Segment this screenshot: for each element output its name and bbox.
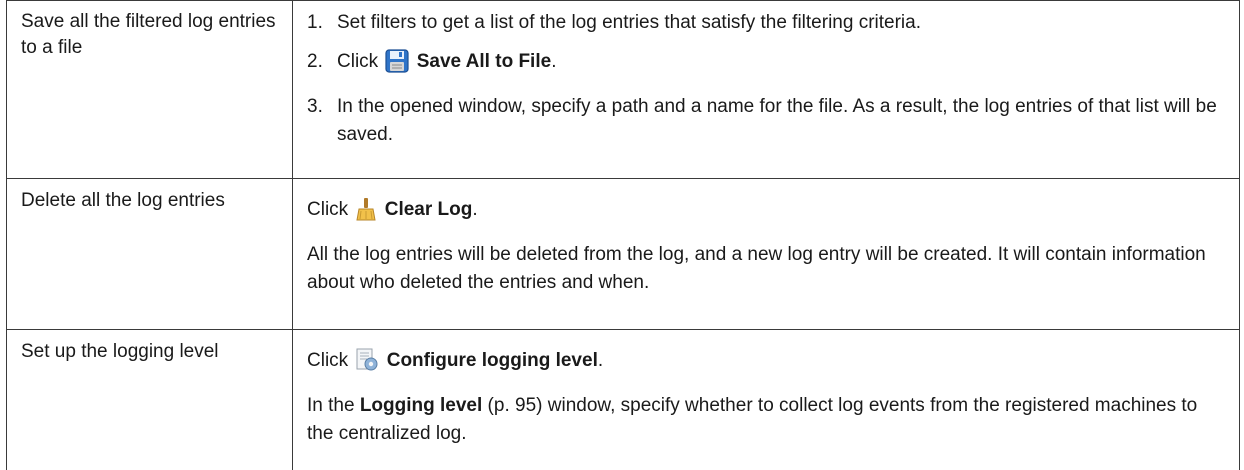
action-cell-save: Save all the filtered log entries to a f… — [21, 11, 276, 58]
column-divider — [292, 0, 293, 470]
click-instruction: Click Configure logging level. — [307, 347, 1227, 381]
clear-log-label: Clear Log — [384, 199, 473, 220]
click-prefix: Click — [307, 350, 349, 371]
action-cell-logging: Set up the logging level — [21, 341, 219, 362]
save-all-to-file-label: Save All to File — [416, 51, 552, 72]
step-number: 1. — [307, 12, 323, 33]
description-cell-logging: Click Configure logging level. In the Lo… — [307, 347, 1227, 448]
punctuation: . — [551, 51, 557, 72]
step-number: 2. — [307, 51, 323, 72]
logging-level-label: Logging level — [359, 395, 483, 416]
click-instruction: Click Clear Log. — [307, 196, 1227, 230]
click-prefix: Click — [307, 199, 349, 220]
step-text: In the opened window, specify a path and… — [337, 96, 1217, 145]
step-text: Set filters to get a list of the log ent… — [337, 12, 921, 33]
step-item: 2. Click Save All to File. — [307, 48, 1227, 82]
row-divider — [7, 0, 1239, 1]
description-cell-delete: Click Clear Log. All the log entries wil… — [307, 196, 1227, 297]
row-divider — [7, 178, 1239, 179]
action-cell-delete: Delete all the log entries — [21, 190, 225, 211]
broom-icon — [355, 197, 377, 230]
punctuation: . — [472, 199, 478, 220]
gear-document-icon — [355, 348, 379, 381]
row-divider — [7, 329, 1239, 330]
floppy-disk-icon — [385, 49, 410, 82]
punctuation: . — [597, 350, 604, 371]
description-cell-save: 1. Set filters to get a list of the log … — [307, 9, 1227, 149]
step-item: 3. In the opened window, specify a path … — [307, 93, 1227, 149]
page-reference-link[interactable]: (p. 95) — [482, 395, 543, 416]
step-number: 3. — [307, 96, 323, 117]
description-note: All the log entries will be deleted from… — [307, 244, 1206, 293]
actions-table: Save all the filtered log entries to a f… — [6, 0, 1240, 470]
step-item: 1. Set filters to get a list of the log … — [307, 9, 1227, 37]
step-click-prefix: Click — [337, 51, 379, 72]
description-note: In the Logging level (p. 95) window, spe… — [307, 395, 1198, 444]
configure-logging-level-label: Configure logging level — [386, 350, 598, 371]
